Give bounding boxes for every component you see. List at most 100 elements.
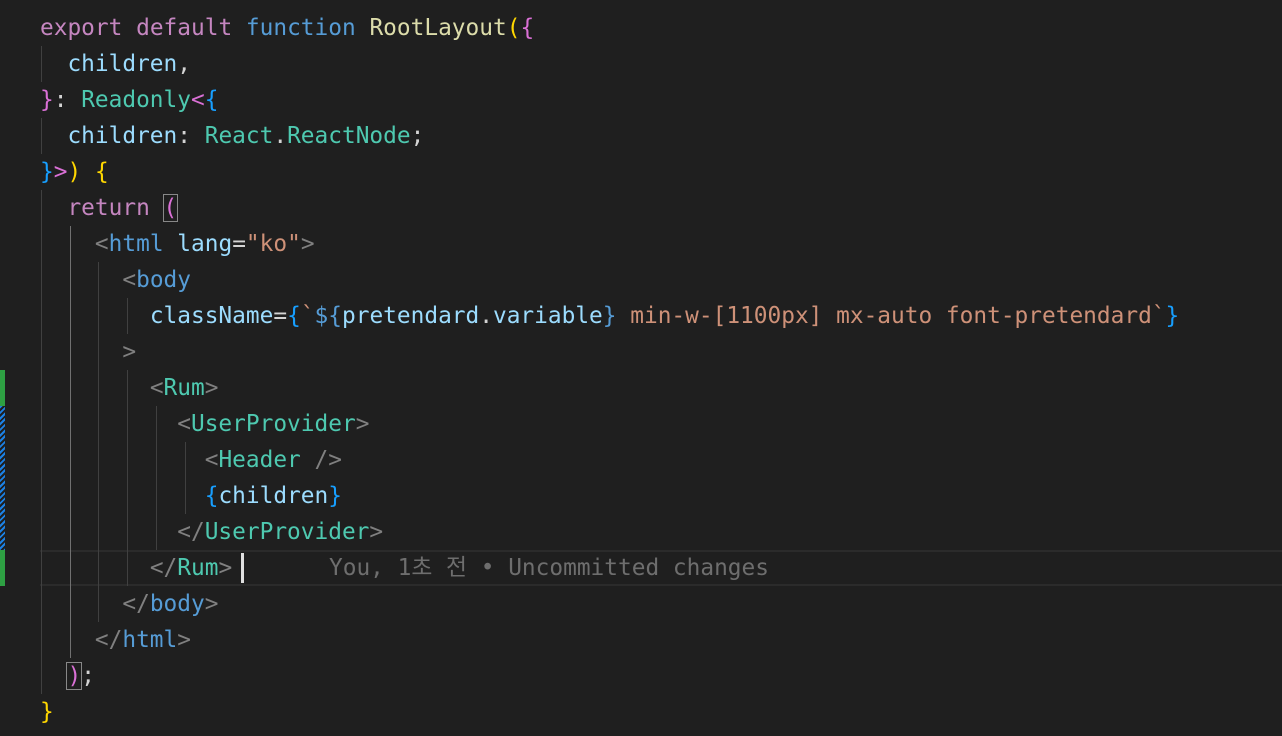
type-react: React xyxy=(204,123,274,149)
component-header: Header xyxy=(218,447,301,473)
code-line[interactable]: }: Readonly<{ xyxy=(0,82,1282,118)
colon: : xyxy=(53,87,82,113)
tag-angle: < xyxy=(177,411,191,437)
paren: ( xyxy=(162,194,179,222)
tag-angle: < xyxy=(94,231,109,257)
identifier-pretendard: pretendard xyxy=(342,303,480,329)
code-line[interactable]: <Header /> xyxy=(0,442,1282,478)
keyword-export: export xyxy=(40,15,123,41)
text-cursor xyxy=(241,553,244,583)
identifier-children: children xyxy=(67,51,178,77)
tag-html: html xyxy=(108,231,164,257)
brace: { xyxy=(94,159,109,185)
code-line[interactable]: children, xyxy=(0,46,1282,82)
brace: } xyxy=(40,87,54,113)
code-line[interactable]: <body xyxy=(0,262,1282,298)
code-line[interactable]: <html lang="ko"> xyxy=(0,226,1282,262)
code-line[interactable]: <Rum> xyxy=(0,370,1282,406)
tag-angle: > xyxy=(355,411,370,437)
template-interp-open: ${ xyxy=(314,303,342,329)
template-interp-close: } xyxy=(602,303,617,329)
brace: } xyxy=(40,159,54,185)
git-blame-annotation[interactable]: You, 1초 전 • Uncommitted changes xyxy=(329,550,769,586)
tag-angle: < xyxy=(122,267,137,293)
tag-angle: > xyxy=(300,231,315,257)
brace: { xyxy=(204,483,219,509)
code-line[interactable]: </UserProvider> xyxy=(0,514,1282,550)
brace: } xyxy=(1165,303,1180,329)
code-line[interactable]: {children} xyxy=(0,478,1282,514)
code-editor[interactable]: export default function RootLayout({ chi… xyxy=(0,0,1282,736)
tag-angle: > xyxy=(122,339,137,365)
tag-angle: </ xyxy=(122,591,150,617)
paren: ( xyxy=(506,15,521,41)
attr-lang: lang xyxy=(177,231,233,257)
dot: . xyxy=(479,303,493,329)
semicolon: ; xyxy=(81,663,95,689)
identifier-children: children xyxy=(67,123,178,149)
code-line-current[interactable]: </Rum> You, 1초 전 • Uncommitted changes xyxy=(0,550,1282,586)
code-line[interactable]: className={`${pretendard.variable} min-w… xyxy=(0,298,1282,334)
code-line[interactable]: children: React.ReactNode; xyxy=(0,118,1282,154)
template-backtick: ` xyxy=(300,303,315,329)
tag-angle: < xyxy=(149,375,164,401)
type-reactnode: ReactNode xyxy=(287,123,411,149)
tag-angle: > xyxy=(204,375,219,401)
component-rum: Rum xyxy=(163,375,205,401)
identifier-variable: variable xyxy=(492,303,603,329)
dot: . xyxy=(273,123,288,149)
tag-angle: </ xyxy=(149,555,178,581)
type-readonly: Readonly xyxy=(81,87,191,113)
angle-bracket: < xyxy=(191,87,205,113)
attr-classname: className xyxy=(149,303,274,329)
brace: } xyxy=(40,699,54,725)
paren: ) xyxy=(67,159,82,185)
code-line[interactable]: return ( xyxy=(0,190,1282,226)
equals: = xyxy=(273,303,288,329)
template-string: min-w-[1100px] mx-auto font-pretendard xyxy=(616,303,1152,329)
code-line[interactable]: } xyxy=(0,694,1282,730)
brace: } xyxy=(328,483,342,509)
code-line[interactable]: > xyxy=(0,334,1282,370)
comma: , xyxy=(177,51,191,77)
tag-angle: < xyxy=(204,447,219,473)
tag-angle: > xyxy=(218,555,233,581)
tag-angle: </ xyxy=(177,519,205,545)
keyword-return: return xyxy=(67,195,150,221)
code-line[interactable]: </body> xyxy=(0,586,1282,622)
tag-angle: > xyxy=(204,591,219,617)
code-line[interactable]: <UserProvider> xyxy=(0,406,1282,442)
code-line[interactable]: ); xyxy=(0,658,1282,694)
template-backtick: ` xyxy=(1151,303,1166,329)
identifier-children: children xyxy=(218,483,329,509)
code-line[interactable]: </html> xyxy=(0,622,1282,658)
semicolon: ; xyxy=(410,123,425,149)
tag-angle: </ xyxy=(94,627,123,653)
brace: { xyxy=(520,15,535,41)
angle-bracket: > xyxy=(53,159,68,185)
brace: { xyxy=(204,87,219,113)
paren: ) xyxy=(66,662,83,690)
component-userprovider: UserProvider xyxy=(204,519,370,545)
function-name: RootLayout xyxy=(369,15,507,41)
component-userprovider: UserProvider xyxy=(190,411,356,437)
code-line[interactable]: }>) { xyxy=(0,154,1282,190)
tag-angle: > xyxy=(369,519,384,545)
keyword-function: function xyxy=(245,15,356,41)
code-line[interactable]: export default function RootLayout({ xyxy=(0,10,1282,46)
